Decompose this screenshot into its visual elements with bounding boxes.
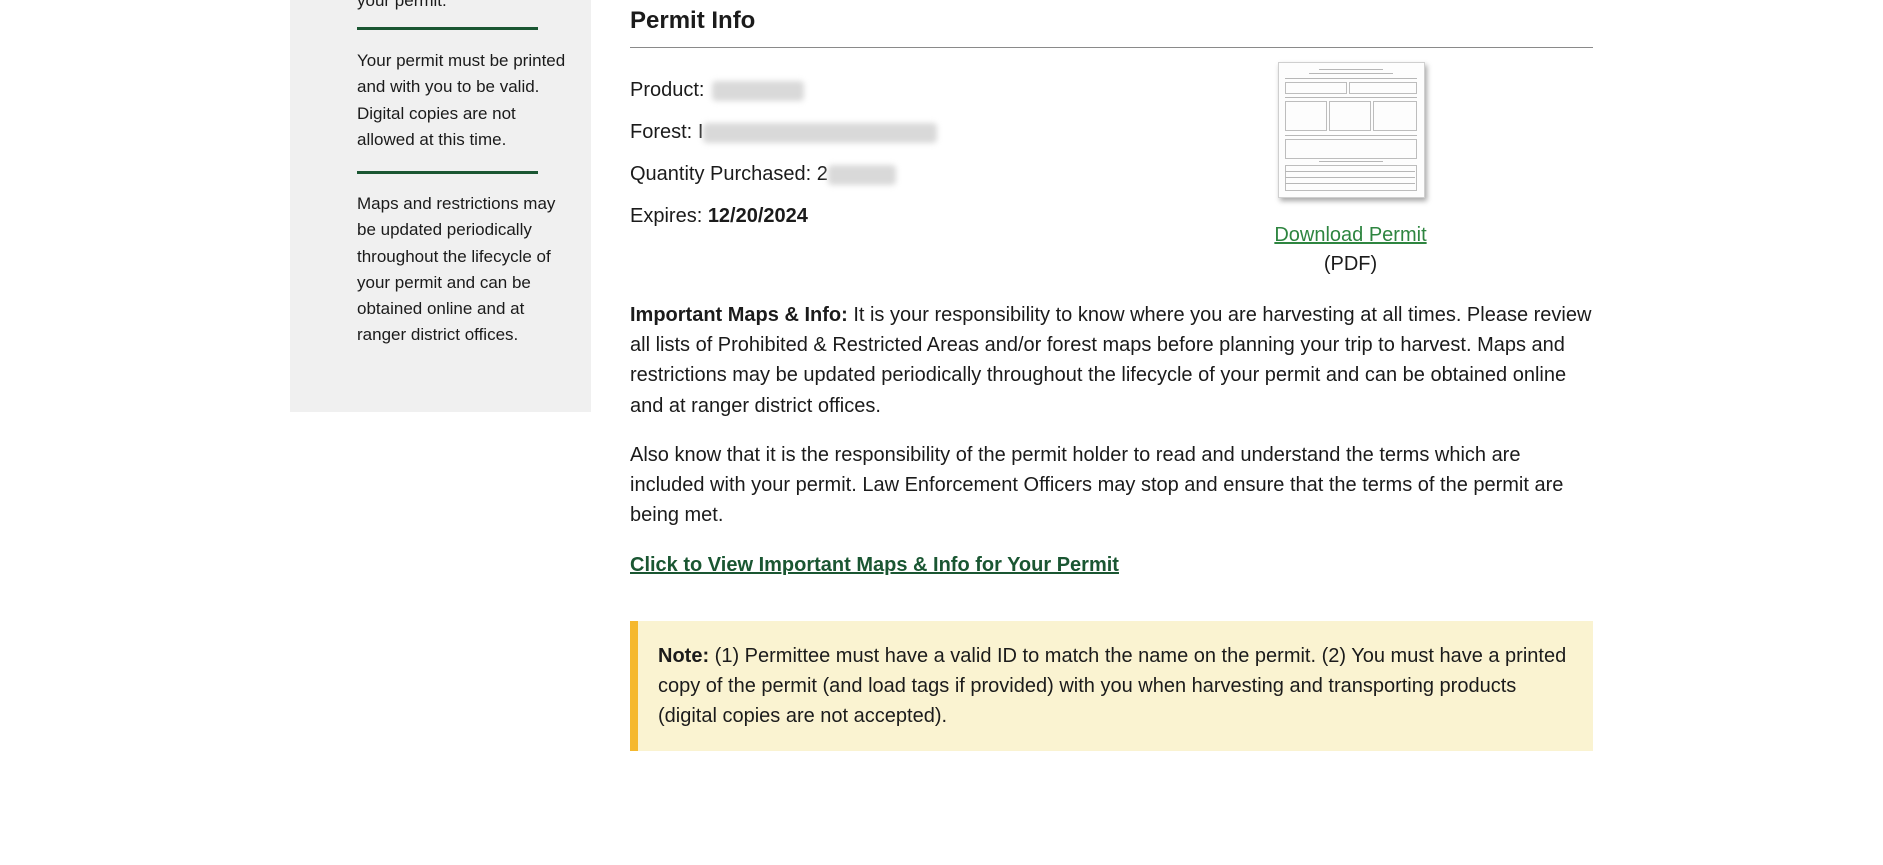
product-value-redacted (712, 80, 805, 101)
permit-terms-paragraph: Also know that it is the responsibility … (630, 444, 1564, 527)
quantity-value-redacted (827, 164, 896, 185)
quantity-label: Quantity Purchased: (630, 163, 812, 185)
forest-label: Forest: (630, 121, 693, 143)
product-field: Product: (630, 77, 805, 103)
heading-divider (630, 47, 1593, 48)
product-label: Product: (630, 79, 705, 101)
sidebar-maps-notice: Maps and restrictions may be updated per… (357, 194, 556, 345)
view-maps-link[interactable]: Click to View Important Maps & Info for … (630, 552, 1119, 578)
sidebar-divider (357, 27, 538, 30)
forest-field: Forest: I (630, 119, 938, 145)
note-label: Note: (658, 645, 710, 667)
page: your permit. Your permit must be printed… (0, 0, 1883, 865)
forest-value-redacted (703, 122, 938, 143)
note-text: Note: (1) Permittee must have a valid ID… (658, 641, 1573, 732)
permit-info-heading: Permit Info (630, 7, 756, 34)
important-maps-paragraph: Important Maps & Info: It is your respon… (630, 300, 1593, 421)
sidebar-print-notice: Your permit must be printed and with you… (357, 51, 566, 149)
sidebar-divider (357, 171, 538, 174)
note-body: (1) Permittee must have a valid ID to ma… (658, 645, 1567, 728)
expires-field: Expires: 12/20/2024 (630, 203, 808, 229)
note-callout: Note: (1) Permittee must have a valid ID… (630, 621, 1593, 751)
download-permit-link[interactable]: Download Permit (1190, 222, 1511, 248)
sidebar: your permit. Your permit must be printed… (290, 0, 591, 412)
quantity-field: Quantity Purchased: 2 (630, 161, 896, 187)
quantity-value-prefix: 2 (816, 163, 828, 185)
sidebar-cut-text: your permit. (357, 0, 447, 10)
permit-document-thumbnail[interactable] (1278, 62, 1425, 198)
expires-label: Expires: (630, 205, 703, 227)
expires-value: 12/20/2024 (707, 205, 808, 227)
important-maps-heading: Important Maps & Info: (630, 304, 848, 326)
download-format-label: (PDF) (1323, 253, 1378, 275)
